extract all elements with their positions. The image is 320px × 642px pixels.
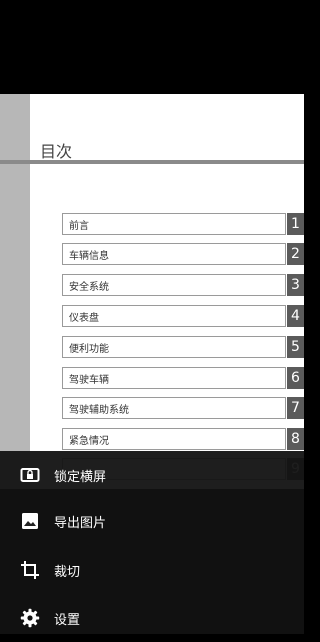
toc-entry-number: 8 — [287, 428, 304, 450]
toc-entry-label: 安全系统 — [62, 274, 286, 296]
toc-title: 目次 — [40, 142, 73, 161]
toc-entry-label: 驾驶辅助系统 — [62, 397, 286, 419]
divider — [0, 160, 304, 164]
toc-entry[interactable]: 便利功能 5 — [62, 336, 304, 360]
toc-entry-label: 仪表盘 — [62, 305, 286, 327]
menu-item-export-image[interactable]: 导出图片 — [0, 497, 304, 545]
menu-label: 锁定横屏 — [54, 469, 107, 485]
toc-entry[interactable]: 车辆信息 2 — [62, 243, 304, 267]
toc-entry[interactable]: 紧急情况 8 — [62, 428, 304, 452]
crop-icon — [20, 560, 40, 580]
document-viewer[interactable]: 目次 前言 1 车辆信息 2 安全系统 3 仪表盘 4 便利功能 5 驾驶车辆 … — [0, 94, 304, 489]
menu-item-lock-landscape[interactable]: 锁定横屏 — [0, 451, 304, 499]
menu-label: 裁切 — [54, 564, 81, 580]
page-margin — [0, 94, 30, 489]
toc-entry[interactable]: 驾驶辅助系统 7 — [62, 397, 304, 421]
toc-entry-number: 1 — [287, 213, 304, 235]
toc-entry-number: 7 — [287, 397, 304, 419]
toc-entry[interactable]: 安全系统 3 — [62, 274, 304, 298]
toc-entry-label: 车辆信息 — [62, 243, 286, 265]
action-menu: 锁定横屏 导出图片 裁切 设置 — [0, 451, 304, 634]
toc-entry-number: 4 — [287, 305, 304, 327]
toc-entry-number: 3 — [287, 274, 304, 296]
toc-entry[interactable]: 仪表盘 4 — [62, 305, 304, 329]
toc-entry-number: 5 — [287, 336, 304, 358]
toc-entry-label: 紧急情况 — [62, 428, 286, 450]
toc-entry[interactable]: 驾驶车辆 6 — [62, 367, 304, 391]
toc-entry-label: 驾驶车辆 — [62, 367, 286, 389]
toc-entry-label: 前言 — [62, 213, 286, 235]
menu-label: 导出图片 — [54, 515, 107, 531]
menu-item-settings[interactable]: 设置 — [0, 594, 304, 642]
menu-label: 设置 — [54, 612, 81, 628]
toc-entry[interactable]: 前言 1 — [62, 213, 304, 237]
gear-icon — [20, 608, 40, 628]
menu-item-crop[interactable]: 裁切 — [0, 546, 304, 594]
toc-entry-number: 6 — [287, 367, 304, 389]
toc-entry-number: 2 — [287, 243, 304, 265]
image-icon — [20, 511, 40, 531]
toc-entry-label: 便利功能 — [62, 336, 286, 358]
document-page: 目次 前言 1 车辆信息 2 安全系统 3 仪表盘 4 便利功能 5 驾驶车辆 … — [0, 94, 304, 489]
screen-lock-icon — [20, 465, 40, 485]
